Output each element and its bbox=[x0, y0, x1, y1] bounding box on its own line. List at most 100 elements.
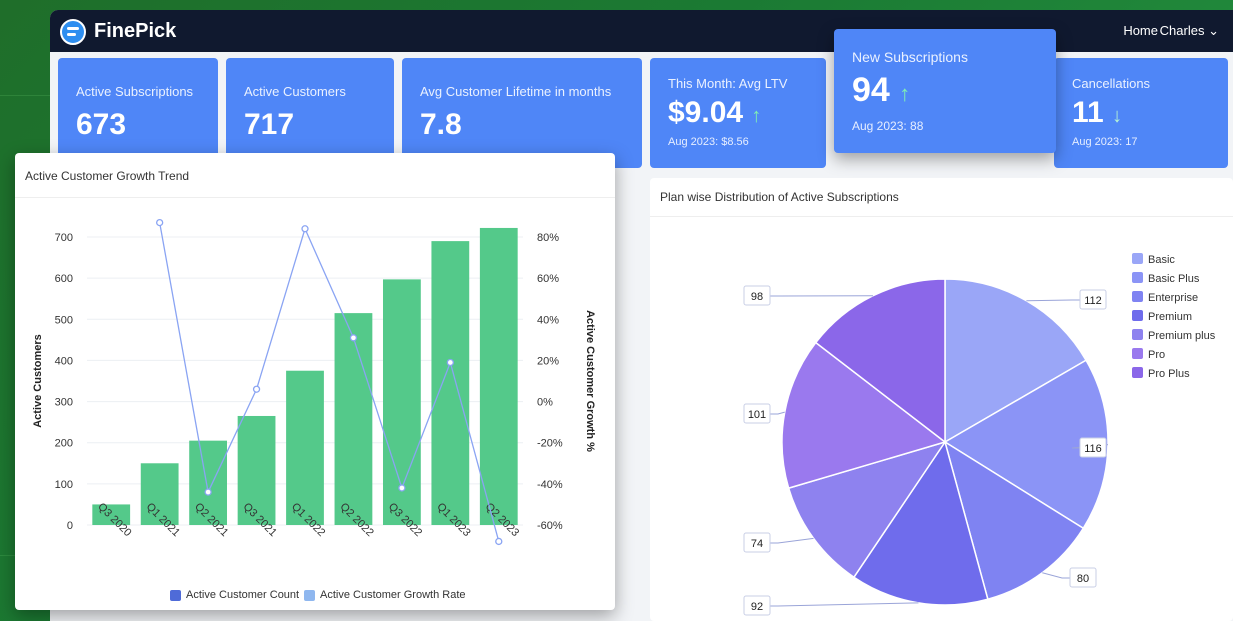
kpi-active-customers[interactable]: Active Customers 717 bbox=[226, 58, 394, 168]
kpi-value: 673 bbox=[76, 108, 127, 141]
kpi-value: 94 ↑ bbox=[852, 71, 910, 110]
plan-pie-chart: 112 116 80 92 74 101 98 Basic Basic Plus Enterpri… bbox=[743, 253, 1216, 616]
y-tick-label: 600 bbox=[55, 273, 73, 285]
y-tick-label: 700 bbox=[55, 232, 73, 244]
kpi-value: $9.04 ↑ bbox=[668, 96, 761, 130]
bar bbox=[431, 241, 470, 525]
legend-label: Premium plus bbox=[1148, 330, 1216, 342]
legend-label: Pro bbox=[1148, 349, 1165, 361]
pie-data-label: 80 bbox=[1077, 573, 1089, 585]
y2-tick-label: -20% bbox=[537, 438, 563, 450]
background-line bbox=[0, 95, 50, 96]
y-tick-label: 500 bbox=[55, 314, 73, 326]
y-axis-label: Active Customers bbox=[32, 334, 44, 428]
brand-name[interactable]: FinePick bbox=[94, 20, 176, 43]
kpi-label: Avg Customer Lifetime in months bbox=[420, 84, 612, 99]
growth-rate-point bbox=[398, 484, 406, 492]
legend-checkbox-icon bbox=[1132, 329, 1143, 340]
legend-label: Active Customer Growth Rate bbox=[320, 589, 466, 601]
nav-home-link[interactable]: Home bbox=[1123, 23, 1158, 38]
legend-label: Pro Plus bbox=[1148, 368, 1190, 380]
y2-tick-label: -40% bbox=[537, 479, 563, 491]
kpi-value: 717 bbox=[244, 108, 295, 141]
pie-data-label: 101 bbox=[748, 409, 766, 421]
pie-leader-line bbox=[770, 537, 814, 544]
checkbox-icon bbox=[304, 589, 315, 601]
kpi-avg-ltv[interactable]: This Month: Avg LTV $9.04 ↑ Aug 2023: $8… bbox=[650, 58, 826, 168]
kpi-active-subscriptions[interactable]: Active Subscriptions 673 bbox=[58, 58, 218, 168]
pie-data-label: 112 bbox=[1084, 295, 1102, 307]
growth-rate-point bbox=[495, 537, 503, 546]
legend-checkbox-icon bbox=[1132, 272, 1143, 283]
y2-tick-label: 60% bbox=[537, 273, 559, 285]
kpi-value-text: 11 bbox=[1072, 96, 1104, 129]
kpi-subtext: Aug 2023: $8.56 bbox=[668, 136, 749, 148]
y2-tick-label: 80% bbox=[537, 232, 559, 244]
y-tick-label: 400 bbox=[55, 355, 73, 367]
kpi-subtext: Aug 2023: 17 bbox=[1072, 136, 1138, 148]
kpi-label: This Month: Avg LTV bbox=[668, 76, 788, 91]
y-tick-label: 0 bbox=[67, 520, 73, 532]
y2-axis-label: Active Customer Growth % bbox=[584, 310, 596, 452]
bar bbox=[334, 313, 373, 525]
arrow-up-icon: ↑ bbox=[751, 105, 762, 127]
growth-combo-chart: 0 100 200 300 400 500 600 700 -60% -40% -20% 0% 20% 4… bbox=[32, 218, 596, 546]
pie-leader-line bbox=[770, 411, 785, 415]
legend-checkbox-icon bbox=[1132, 253, 1143, 264]
user-name: Charles bbox=[1159, 23, 1205, 38]
pie-data-label: 116 bbox=[1084, 443, 1102, 455]
kpi-value-text: 94 bbox=[852, 71, 890, 109]
y2-tick-label: 20% bbox=[537, 355, 559, 367]
legend-checkbox-icon bbox=[1132, 367, 1143, 378]
checkbox-icon bbox=[170, 589, 181, 601]
kpi-new-subscriptions[interactable]: New Subscriptions 94 ↑ Aug 2023: 88 bbox=[834, 29, 1056, 153]
arrow-up-icon: ↑ bbox=[899, 81, 911, 106]
kpi-value: 11 ↓ bbox=[1072, 96, 1122, 130]
kpi-subtext: Aug 2023: 88 bbox=[852, 119, 924, 133]
growth-rate-point bbox=[252, 385, 261, 393]
y2-tick-label: -60% bbox=[537, 520, 563, 532]
y-tick-label: 300 bbox=[55, 397, 73, 409]
pie-data-label: 74 bbox=[751, 538, 763, 550]
pie-leader-line bbox=[770, 602, 919, 607]
legend-checkbox-icon bbox=[1132, 310, 1143, 321]
legend-label: Premium bbox=[1148, 311, 1192, 323]
legend-label: Active Customer Count bbox=[186, 589, 300, 601]
growth-rate-point bbox=[446, 358, 454, 367]
kpi-avg-lifetime[interactable]: Avg Customer Lifetime in months 7.8 bbox=[402, 58, 642, 168]
growth-trend-card: Active Customer Growth Trend 0 100 200 300 4… bbox=[15, 153, 615, 610]
kpi-value-text: $9.04 bbox=[668, 96, 744, 129]
chevron-down-icon: ⌄ bbox=[1208, 23, 1219, 38]
bar bbox=[479, 227, 518, 525]
growth-rate-point bbox=[156, 218, 164, 227]
user-menu[interactable]: Charles ⌄ bbox=[1160, 23, 1219, 39]
legend-checkbox-icon bbox=[1132, 348, 1143, 359]
kpi-label: New Subscriptions bbox=[852, 49, 968, 65]
pie-leader-line bbox=[1026, 299, 1080, 302]
legend-label: Basic Plus bbox=[1148, 273, 1200, 285]
kpi-label: Cancellations bbox=[1072, 76, 1151, 91]
legend-label: Basic bbox=[1148, 254, 1175, 266]
growth-rate-point bbox=[204, 488, 212, 496]
y2-tick-label: 40% bbox=[537, 314, 559, 326]
y-tick-label: 100 bbox=[55, 479, 73, 491]
legend-label: Enterprise bbox=[1148, 292, 1198, 304]
arrow-down-icon: ↓ bbox=[1112, 105, 1123, 127]
y2-tick-label: 0% bbox=[537, 397, 553, 409]
growth-rate-point bbox=[349, 334, 358, 342]
pie-leader-line bbox=[1042, 572, 1070, 579]
pie-data-label: 92 bbox=[751, 601, 763, 613]
plan-distribution-card: Plan wise Distribution of Active Subscri… bbox=[650, 178, 1233, 621]
bar bbox=[286, 370, 324, 525]
pie-data-label: 98 bbox=[751, 291, 763, 303]
legend-checkbox-icon bbox=[1132, 291, 1143, 302]
legend-active-customer-growth-rate[interactable]: Active Customer Growth Rate bbox=[304, 589, 466, 601]
growth-rate-point bbox=[301, 225, 309, 233]
kpi-label: Active Subscriptions bbox=[76, 84, 194, 99]
finepick-logo-icon[interactable] bbox=[60, 19, 86, 45]
kpi-value: 7.8 bbox=[420, 108, 462, 141]
legend-active-customer-count[interactable]: Active Customer Count bbox=[170, 589, 299, 601]
y-tick-label: 200 bbox=[55, 438, 73, 450]
logo-glyph-icon bbox=[67, 27, 79, 36]
kpi-cancellations[interactable]: Cancellations 11 ↓ Aug 2023: 17 bbox=[1054, 58, 1228, 168]
